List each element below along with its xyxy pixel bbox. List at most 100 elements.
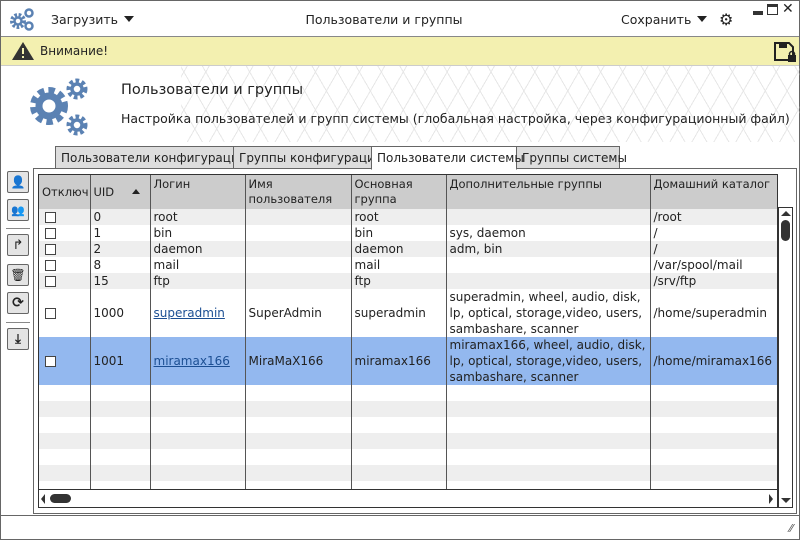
- download-icon: ⤓: [15, 331, 21, 347]
- cell-uid: 1000: [90, 289, 151, 337]
- disable-checkbox[interactable]: [45, 307, 56, 319]
- export-button[interactable]: ↱: [7, 234, 29, 256]
- delete-button[interactable]: 🗑: [7, 264, 29, 286]
- table-row[interactable]: 0 root root/root: [39, 209, 777, 225]
- table-row[interactable]: 1 bin bin sys, daemon /: [39, 225, 777, 241]
- empty-cell: [351, 401, 447, 417]
- vertical-scrollbar[interactable]: [778, 207, 793, 508]
- cell-group: superadmin: [351, 289, 447, 337]
- empty-cell: [150, 385, 246, 401]
- scroll-right-icon[interactable]: [769, 494, 773, 504]
- empty-cell: [90, 465, 151, 481]
- table-row[interactable]: 1000 superadmin SuperAdmin superadmin supera…: [39, 289, 777, 337]
- tab-system-groups[interactable]: Группы системы: [516, 146, 627, 169]
- table-row[interactable]: 15 ftp ftp/srv/ftp: [39, 273, 777, 289]
- cell-login: daemon: [150, 241, 246, 257]
- empty-cell: [446, 417, 651, 433]
- gear-icon[interactable]: ⚙: [719, 10, 733, 29]
- cell-uid: 1: [90, 225, 151, 241]
- cell-uid: 1001: [90, 337, 151, 385]
- empty-row: [39, 401, 777, 417]
- disable-checkbox[interactable]: [45, 227, 56, 239]
- empty-cell: [39, 385, 91, 401]
- column-header[interactable]: Дополнительные группы: [446, 175, 651, 209]
- cell-login: root: [150, 209, 246, 225]
- resize-grip-icon[interactable]: ⁄⁄: [789, 522, 793, 535]
- groups-button[interactable]: 👥: [7, 199, 29, 221]
- empty-cell: [245, 385, 352, 401]
- empty-cell: [650, 449, 777, 465]
- page-title: Пользователи и группы: [121, 82, 304, 98]
- empty-row: [39, 465, 777, 481]
- cell-login: mail: [150, 257, 246, 273]
- empty-cell: [90, 385, 151, 401]
- column-header-label: Дополнительные группы: [449, 177, 602, 191]
- scroll-thumb[interactable]: [781, 220, 790, 241]
- user-login-link[interactable]: superadmin: [154, 306, 225, 320]
- tab-config-groups[interactable]: Группы конфигурации: [233, 146, 383, 169]
- tab-config-users[interactable]: Пользователи конфигурации: [55, 146, 247, 169]
- disable-checkbox[interactable]: [45, 243, 56, 255]
- maximize-icon[interactable]: [767, 4, 778, 15]
- user-card-button[interactable]: 👤: [7, 171, 29, 193]
- save-lock-icon[interactable]: [773, 41, 797, 63]
- column-header[interactable]: UID: [90, 175, 151, 209]
- cell-login: ftp: [150, 273, 246, 289]
- tab-system-users[interactable]: Пользователи системы: [371, 146, 524, 170]
- scroll-down-icon[interactable]: [781, 498, 791, 503]
- scroll-up-icon[interactable]: [781, 211, 791, 216]
- disable-checkbox[interactable]: [45, 275, 56, 287]
- horizontal-scrollbar[interactable]: [39, 489, 777, 507]
- column-header[interactable]: Основная группа: [351, 175, 447, 209]
- warning-text: Внимание!: [40, 44, 109, 58]
- column-header-label: UID: [93, 184, 115, 199]
- empty-cell: [245, 433, 352, 449]
- empty-cell: [39, 465, 91, 481]
- refresh-icon: ⟳: [12, 295, 24, 311]
- empty-row: [39, 417, 777, 433]
- column-header-label: Домашний каталог: [653, 177, 771, 191]
- column-header-label: Отключ: [42, 184, 89, 199]
- table-row[interactable]: 1001 miramax166 MiraMaX166 miramax166 mirama…: [39, 337, 777, 385]
- cell-disabled: [39, 225, 91, 241]
- cell-group: bin: [351, 225, 447, 241]
- disable-checkbox[interactable]: [45, 259, 56, 271]
- empty-cell: [650, 401, 777, 417]
- scroll-left-icon[interactable]: [41, 494, 45, 504]
- save-menu[interactable]: Сохранить: [621, 12, 708, 27]
- cell-uid: 2: [90, 241, 151, 257]
- cell-extra: adm, bin: [446, 241, 651, 257]
- download-button[interactable]: ⤓: [7, 328, 29, 350]
- disable-checkbox[interactable]: [45, 355, 56, 367]
- column-header[interactable]: Отключ: [39, 175, 91, 209]
- hex-background: [181, 66, 800, 142]
- close-icon[interactable]: ✕: [782, 1, 794, 17]
- empty-cell: [150, 417, 246, 433]
- table-row[interactable]: 8 mail mail/var/spool/mail: [39, 257, 777, 273]
- column-header[interactable]: Логин: [150, 175, 246, 209]
- users-groups-gears-icon: [30, 78, 88, 136]
- empty-cell: [39, 401, 91, 417]
- empty-cell: [150, 401, 246, 417]
- column-header-label: Логин: [153, 177, 191, 191]
- share-icon: ↱: [12, 237, 24, 253]
- empty-cell: [90, 449, 151, 465]
- minimize-icon[interactable]: [753, 11, 763, 15]
- empty-cell: [650, 385, 777, 401]
- refresh-button[interactable]: ⟳: [7, 292, 29, 314]
- user-login-link[interactable]: miramax166: [154, 354, 230, 368]
- cell-extra: superadmin, wheel, audio, disk, lp, opti…: [446, 289, 651, 337]
- column-header[interactable]: Имя пользователя: [245, 175, 352, 209]
- table-row[interactable]: 2 daemon daemon adm, bin /: [39, 241, 777, 257]
- empty-cell: [351, 417, 447, 433]
- empty-cell: [446, 433, 651, 449]
- divider: [6, 322, 30, 323]
- cell-extra: [446, 273, 651, 289]
- column-header[interactable]: Домашний каталог: [650, 175, 777, 209]
- scroll-thumb[interactable]: [50, 494, 71, 503]
- empty-cell: [39, 449, 91, 465]
- cell-group: miramax166: [351, 337, 447, 385]
- cell-group: mail: [351, 257, 447, 273]
- cell-name: [245, 273, 352, 289]
- disable-checkbox[interactable]: [45, 211, 56, 223]
